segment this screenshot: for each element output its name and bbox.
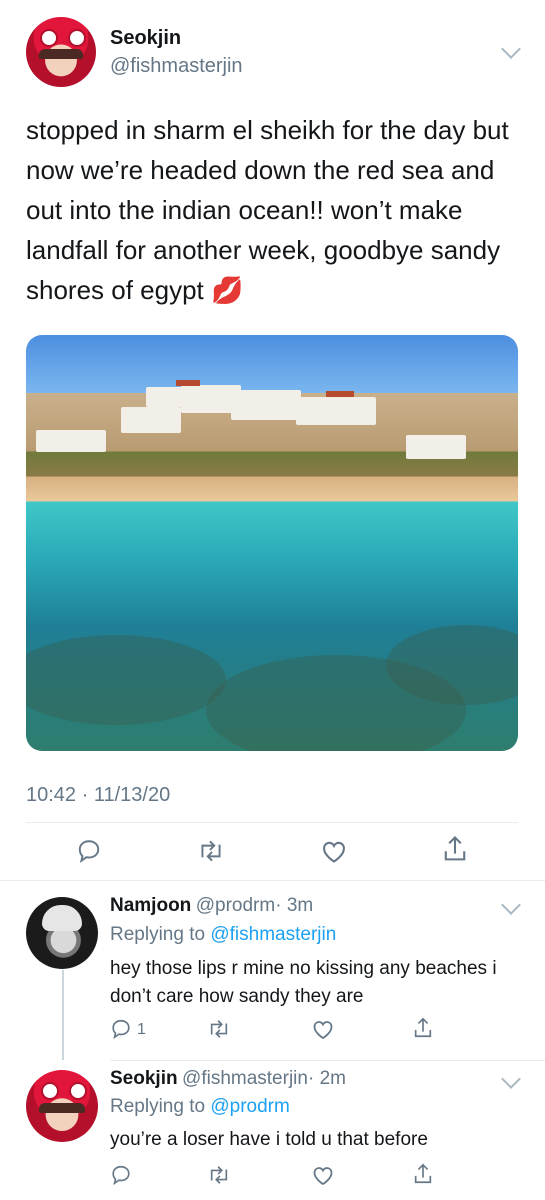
reply-header: Seokjin @fishmasterjin· 2m (110, 1068, 346, 1090)
replying-to: Replying to @fishmasterjin (110, 924, 337, 945)
like-icon[interactable] (320, 838, 348, 864)
share-icon[interactable] (412, 1162, 434, 1186)
chevron-down-icon[interactable] (501, 39, 521, 59)
tweet-timestamp[interactable]: 10:42 · 11/13/20 (26, 784, 170, 807)
author-handle[interactable]: @prodrm (196, 895, 275, 916)
chevron-down-icon[interactable] (501, 1069, 521, 1089)
share-icon[interactable] (412, 1016, 434, 1040)
author-name[interactable]: Seokjin (110, 1068, 178, 1089)
reply-icon[interactable] (110, 1164, 132, 1186)
reply-time: · 2m (307, 1068, 346, 1089)
thread-line (62, 970, 64, 1060)
replying-to: Replying to @prodrm (110, 1096, 290, 1117)
replying-to-link[interactable]: @fishmasterjin (210, 924, 336, 945)
retweet-icon[interactable] (206, 1018, 232, 1040)
reply-icon[interactable] (110, 1018, 132, 1040)
author-handle[interactable]: @fishmasterjin (110, 55, 243, 78)
avatar[interactable] (26, 897, 98, 969)
divider (110, 1060, 545, 1061)
reply-count: 1 (137, 1021, 146, 1038)
author-handle[interactable]: @fishmasterjin (182, 1068, 308, 1089)
divider (0, 880, 545, 881)
replying-to-link[interactable]: @prodrm (210, 1096, 289, 1117)
like-icon[interactable] (311, 1018, 335, 1040)
chevron-down-icon[interactable] (501, 895, 521, 915)
share-icon[interactable] (441, 834, 469, 864)
avatar[interactable] (26, 17, 96, 87)
divider (26, 822, 518, 823)
author-name[interactable]: Seokjin (110, 27, 181, 50)
retweet-icon[interactable] (206, 1164, 232, 1186)
like-icon[interactable] (311, 1164, 335, 1186)
reply-text: hey those lips r mine no kissing any bea… (110, 958, 497, 1007)
reply-header: Namjoon @prodrm· 3m (110, 895, 313, 917)
tweet-photo[interactable] (26, 335, 518, 751)
avatar[interactable] (26, 1070, 98, 1142)
retweet-icon[interactable] (196, 838, 226, 864)
reply-icon[interactable] (76, 838, 102, 864)
reply-time: · 3m (275, 895, 314, 916)
author-name[interactable]: Namjoon (110, 895, 191, 916)
reply-text: you’re a loser have i told u that before (110, 1129, 428, 1150)
tweet-text: stopped in sharm el sheikh for the day b… (26, 115, 509, 305)
